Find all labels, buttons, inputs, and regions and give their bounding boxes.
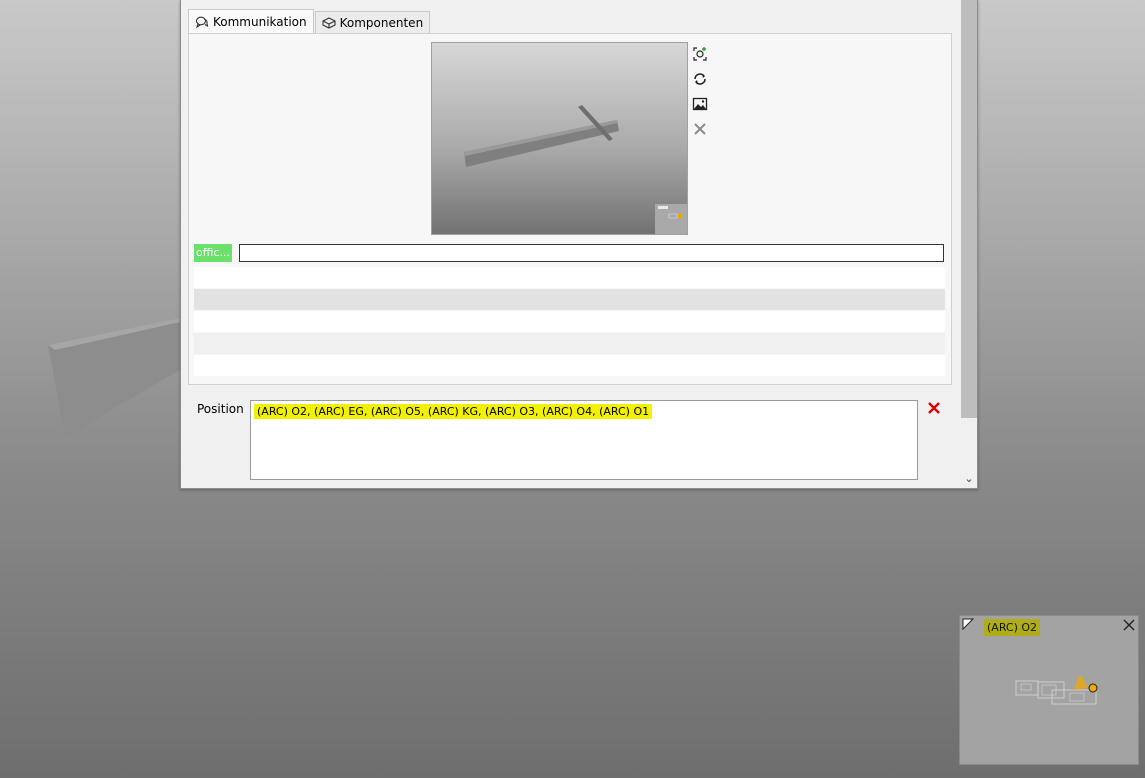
scrollbar-thumb[interactable]	[961, 0, 977, 418]
scroll-down-icon[interactable]: ⌄	[961, 472, 977, 486]
comment-list	[194, 267, 945, 377]
floor-plan	[1015, 676, 1098, 705]
list-item[interactable]	[194, 355, 945, 376]
component-box-icon	[322, 16, 336, 29]
tab-kommunikation[interactable]: Kommunikation	[188, 9, 314, 33]
minimap[interactable]: (ARC) O2	[959, 615, 1139, 765]
issue-dialog: Kommunikation Komponenten offic... Posit…	[180, 0, 978, 489]
close-icon[interactable]	[1123, 619, 1135, 631]
add-viewpoint-icon[interactable]	[692, 46, 708, 62]
tab-komponenten-label: Komponenten	[339, 15, 424, 30]
scene-beam	[48, 318, 180, 437]
preview-beam	[464, 105, 619, 167]
list-item[interactable]	[194, 289, 945, 310]
refresh-icon[interactable]	[692, 71, 708, 87]
speech-bubbles-icon	[195, 16, 209, 28]
author-tag: offic...	[194, 244, 232, 262]
clear-position-icon[interactable]	[926, 400, 942, 416]
comment-input[interactable]	[239, 244, 944, 262]
position-field[interactable]: (ARC) O2, (ARC) EG, (ARC) O5, (ARC) KG, …	[250, 400, 918, 480]
list-item[interactable]	[194, 267, 945, 288]
position-label: Position	[197, 402, 244, 416]
viewpoint-preview[interactable]	[431, 42, 688, 235]
image-icon[interactable]	[692, 96, 708, 112]
expand-corner-icon[interactable]	[962, 618, 974, 630]
tab-komponenten[interactable]: Komponenten	[314, 11, 431, 33]
list-item[interactable]	[194, 333, 945, 354]
minimap-floor-label: (ARC) O2	[984, 619, 1041, 636]
tab-kommunikation-label: Kommunikation	[213, 14, 307, 29]
preview-minimap-thumbnail	[655, 204, 687, 234]
list-item[interactable]	[194, 311, 945, 332]
vertical-scrollbar[interactable]: ⌄	[961, 0, 977, 488]
kommunikation-panel: offic...	[188, 33, 952, 385]
preview-toolbar	[692, 46, 708, 137]
remove-icon[interactable]	[692, 121, 708, 137]
tab-bar: Kommunikation Komponenten	[188, 9, 431, 33]
position-value: (ARC) O2, (ARC) EG, (ARC) O5, (ARC) KG, …	[254, 404, 653, 419]
